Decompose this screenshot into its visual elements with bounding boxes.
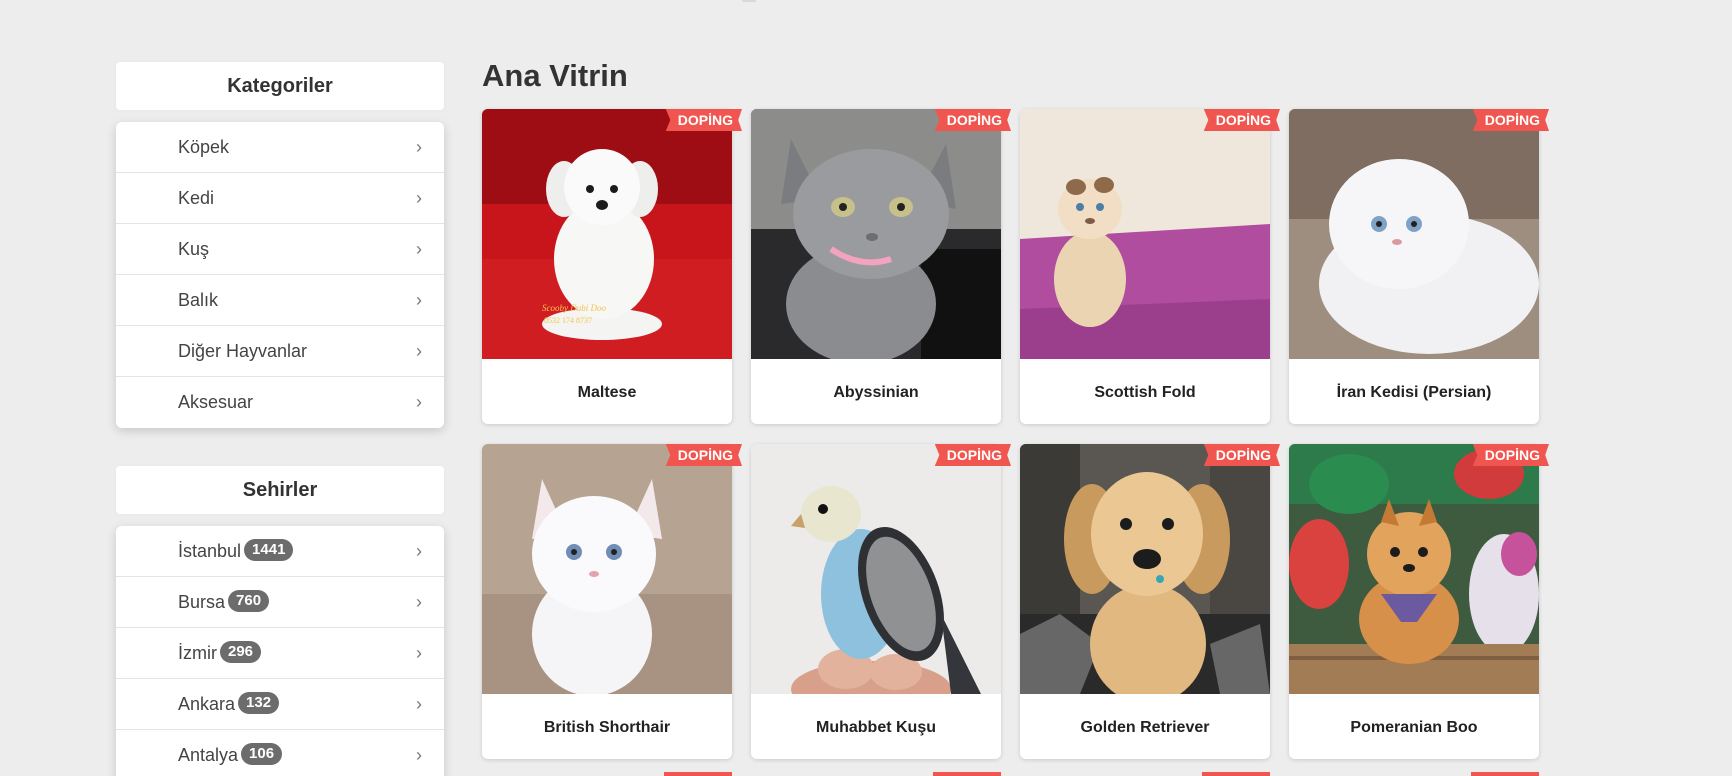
listing-image	[751, 109, 1001, 359]
cities-title: Sehirler	[116, 466, 444, 514]
chevron-right-icon: ›	[416, 290, 422, 310]
listing-image	[482, 444, 732, 694]
next-row-badge-peek	[1202, 772, 1270, 776]
cities-section: Sehirler İstanbul 1441 › Bursa 760 › İzmir…	[116, 466, 444, 776]
listing-name: Scottish Fold	[1094, 384, 1196, 401]
listing-name: Golden Retriever	[1080, 719, 1210, 736]
listing-image	[1020, 109, 1270, 359]
listing-card[interactable]: Muhabbet Kuşu DOPİNG	[751, 444, 1011, 759]
chevron-right-icon: ›	[416, 239, 422, 259]
city-label: İstanbul	[178, 541, 242, 561]
city-item-istanbul[interactable]: İstanbul 1441 ›	[116, 526, 444, 577]
listing-card[interactable]: Pomeranian Boo DOPİNG	[1289, 444, 1549, 759]
listing-card[interactable]: İran Kedisi (Persian) DOPİNG	[1289, 109, 1549, 424]
category-item-aksesuar[interactable]: Aksesuar ›	[116, 377, 444, 428]
category-label: Balık	[178, 290, 219, 310]
doping-badge: DOPİNG	[934, 109, 1011, 131]
chevron-right-icon: ›	[416, 592, 422, 612]
listing-image	[1289, 444, 1539, 694]
listing-name: İran Kedisi (Persian)	[1336, 384, 1492, 401]
count-badge: 296	[220, 641, 262, 664]
cities-list: İstanbul 1441 › Bursa 760 › İzmir 296 › Ank…	[116, 526, 444, 776]
listing-card[interactable]: Golden Retriever DOPİNG	[1020, 444, 1280, 759]
listing-image	[1020, 444, 1270, 694]
doping-badge: DOPİNG	[1472, 109, 1549, 131]
category-item-diger-hayvanlar[interactable]: Diğer Hayvanlar ›	[116, 326, 444, 377]
listing-name: Maltese	[577, 384, 637, 401]
category-label: Köpek	[178, 137, 230, 157]
city-label: Antalya	[178, 745, 239, 765]
listing-name: British Shorthair	[543, 719, 671, 736]
category-item-balik[interactable]: Balık ›	[116, 275, 444, 326]
page-title: Ana Vitrin	[482, 58, 628, 93]
chevron-right-icon: ›	[416, 392, 422, 412]
doping-badge: DOPİNG	[1203, 444, 1280, 466]
chevron-right-icon: ›	[416, 643, 422, 663]
category-label: Kedi	[178, 188, 215, 208]
city-label: Bursa	[178, 592, 226, 612]
city-item-izmir[interactable]: İzmir 296 ›	[116, 628, 444, 679]
chevron-right-icon: ›	[416, 745, 422, 765]
count-badge: 106	[241, 743, 283, 766]
listing-card[interactable]: Scooby Dubi Doo 0532 174 8737 Maltese DO…	[482, 109, 742, 424]
listing-card[interactable]: Scottish Fold DOPİNG	[1020, 109, 1280, 424]
listing-image	[1289, 109, 1539, 359]
doping-badge: DOPİNG	[1472, 444, 1549, 466]
categories-title: Kategoriler	[116, 62, 444, 110]
sidebar: Kategoriler Köpek › Kedi › Kuş › Balık ›…	[116, 62, 444, 776]
city-label: Ankara	[178, 694, 236, 714]
chevron-right-icon: ›	[416, 137, 422, 157]
svg-text:Scooby Dubi Doo: Scooby Dubi Doo	[542, 303, 606, 313]
category-label: Kuş	[178, 239, 210, 259]
listing-card[interactable]: British Shorthair DOPİNG	[482, 444, 742, 759]
page: Kategoriler Köpek › Kedi › Kuş › Balık ›…	[0, 0, 1732, 776]
city-item-antalya[interactable]: Antalya 106 ›	[116, 730, 444, 776]
listing-name: Muhabbet Kuşu	[816, 719, 936, 736]
chevron-right-icon: ›	[416, 341, 422, 361]
top-scroll-indicator	[742, 0, 756, 2]
doping-badge: DOPİNG	[665, 109, 742, 131]
category-item-kus[interactable]: Kuş ›	[116, 224, 444, 275]
city-item-ankara[interactable]: Ankara 132 ›	[116, 679, 444, 730]
count-badge: 760	[228, 590, 270, 613]
city-item-bursa[interactable]: Bursa 760 ›	[116, 577, 444, 628]
next-row-badge-peek	[1471, 772, 1539, 776]
doping-badge: DOPİNG	[934, 444, 1011, 466]
listing-name: Abyssinian	[833, 384, 919, 401]
doping-badge: DOPİNG	[1203, 109, 1280, 131]
listing-image: Scooby Dubi Doo 0532 174 8737	[482, 109, 732, 359]
next-row-badge-peek	[664, 772, 732, 776]
chevron-right-icon: ›	[416, 694, 422, 714]
categories-list: Köpek › Kedi › Kuş › Balık › Diğer Hayva…	[116, 122, 444, 428]
count-badge: 132	[238, 692, 280, 715]
doping-badge: DOPİNG	[665, 444, 742, 466]
category-item-kopek[interactable]: Köpek ›	[116, 122, 444, 173]
next-row-badge-peek	[933, 772, 1001, 776]
listing-card[interactable]: Abyssinian DOPİNG	[751, 109, 1011, 424]
svg-text:0532 174 8737: 0532 174 8737	[544, 316, 592, 325]
listing-image	[751, 444, 1001, 694]
category-label: Aksesuar	[178, 392, 254, 412]
category-label: Diğer Hayvanlar	[178, 341, 308, 361]
city-label: İzmir	[178, 643, 217, 663]
listing-name: Pomeranian Boo	[1350, 719, 1478, 736]
chevron-right-icon: ›	[416, 188, 422, 208]
count-badge: 1441	[244, 539, 294, 562]
category-item-kedi[interactable]: Kedi ›	[116, 173, 444, 224]
chevron-right-icon: ›	[416, 541, 422, 561]
